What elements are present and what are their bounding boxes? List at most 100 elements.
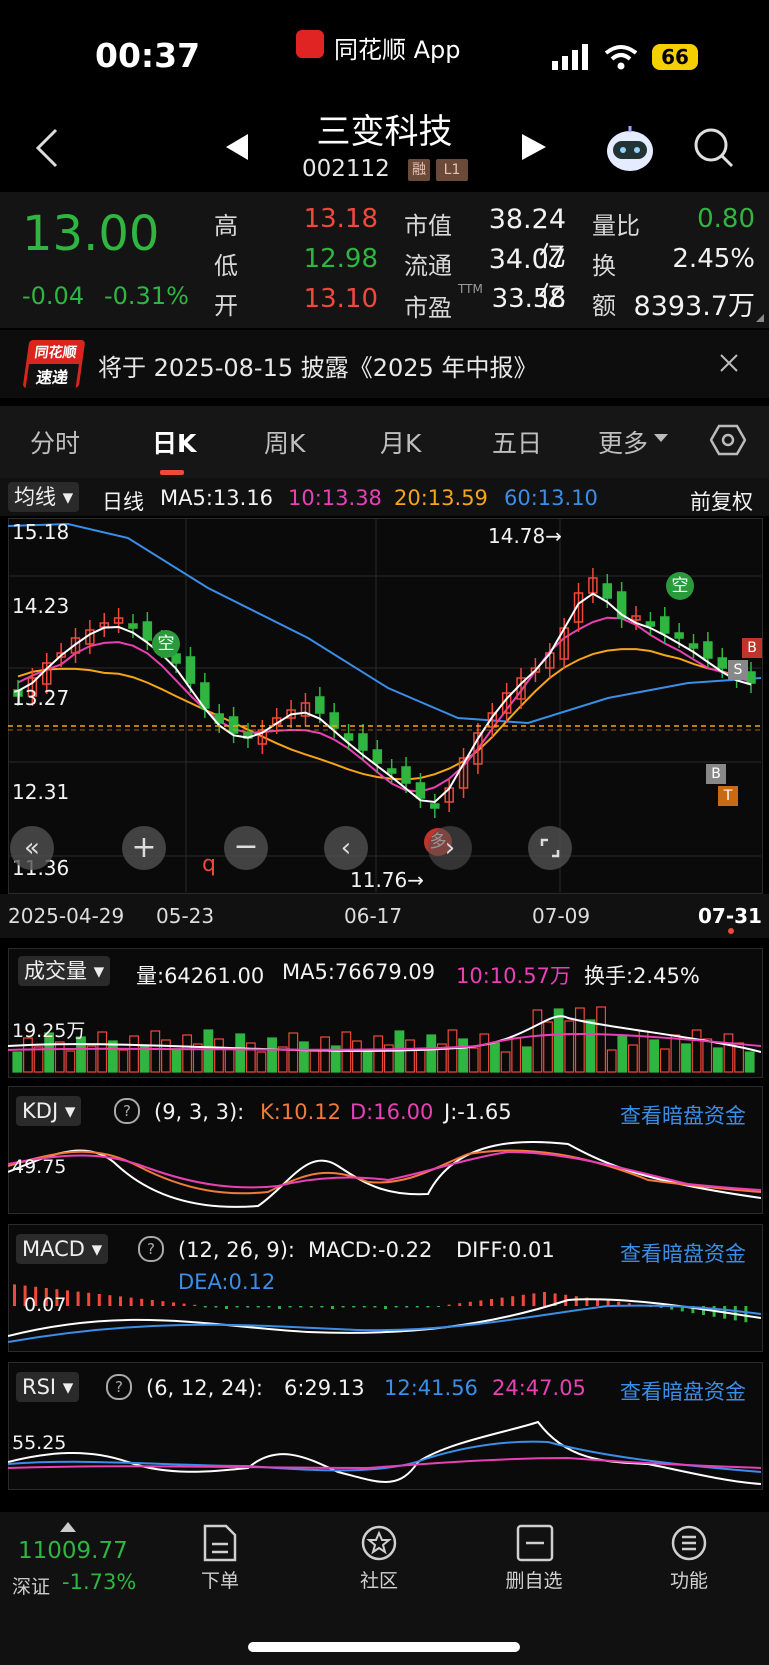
adjust-mode[interactable]: 前复权 [690,486,753,516]
functions-icon[interactable] [670,1524,708,1562]
x-label-4: 07-31 [698,904,762,928]
fullscreen-icon [540,838,560,858]
ma5-value: MA5:13.16 [160,486,274,510]
tab-daily[interactable]: 日K [152,424,196,460]
community-icon[interactable] [360,1524,398,1562]
buy-marker-2[interactable]: B [706,764,726,784]
amount-label: 额 [592,292,616,320]
fullscreen-button[interactable] [528,826,572,870]
min-price-label: 11.76→ [350,868,425,892]
rewind-button[interactable]: « [10,826,54,870]
ma10-value: 10:13.38 [288,486,382,510]
expand-corner-icon[interactable] [756,314,764,322]
high-value: 13.18 [303,204,378,234]
sell-marker[interactable]: S [728,660,748,680]
y-label-3: 12.31 [12,780,70,804]
volume-selector[interactable]: 成交量 ▾ [18,956,111,986]
zoom-out-button[interactable]: − [224,826,268,870]
buy-marker[interactable]: B [742,638,762,658]
kdj-help-icon[interactable]: ? [114,1098,140,1124]
macd-selector[interactable]: MACD ▾ [16,1234,109,1264]
chevron-down-icon [654,434,668,442]
ma-selector[interactable]: 均线 ▾ [8,482,80,512]
kdj-selector-label: KDJ [22,1099,59,1123]
tab-monthly[interactable]: 月K [380,424,421,460]
kline-period: 日线 [102,490,144,514]
close-icon[interactable] [720,354,738,372]
ma20-line [17,648,752,781]
volume-value: 量:64261.00 [136,964,265,988]
community-button[interactable]: 社区 [329,1566,429,1593]
tab-intraday[interactable]: 分时 [30,424,80,460]
y-label-2: 13.27 [12,686,70,710]
price-change: -0.04 [22,282,85,310]
volume-axis-label: 19.25万 [12,1020,86,1042]
robot-assistant-icon[interactable] [604,124,656,174]
order-button[interactable]: 下单 [170,1566,270,1593]
float-label: 流通 [404,252,452,280]
battery-icon: 66 [652,44,698,70]
rsi-chart[interactable] [8,1402,761,1488]
kdj-params: (9, 3, 3): [154,1100,245,1124]
kdj-selector[interactable]: KDJ ▾ [16,1096,82,1126]
macd-chart[interactable] [8,1266,761,1350]
ma60-value: 60:13.10 [504,486,598,510]
remove-watchlist-icon[interactable] [516,1524,554,1562]
short-signal-badge[interactable]: 空 [152,630,180,658]
tab-five-day[interactable]: 五日 [492,424,542,460]
rsi-12: 12:41.56 [384,1376,478,1400]
kdj-axis-label: 49.75 [12,1156,67,1178]
mcap-label: 市值 [404,212,452,240]
rsi-selector-label: RSI [22,1375,57,1399]
ma-selector-label: 均线 [14,485,56,509]
expand-up-icon[interactable] [60,1522,76,1532]
index-change: -1.73% [62,1570,137,1594]
swipe-hint-icon: q [202,852,216,877]
rsi-help-icon[interactable]: ? [106,1374,132,1400]
volume-turnover: 换手:2.45% [584,964,700,988]
app-logo-icon [296,30,324,58]
notice-text: 将于 2025-08-15 披露《2025 年中报》 [98,354,538,382]
notice-logo-icon: 同花顺 速递 [22,340,86,388]
rsi-axis-label: 55.25 [12,1432,67,1454]
index-name: 深证 [12,1576,51,1598]
last-price: 13.00 [22,206,160,262]
order-icon[interactable] [202,1524,238,1562]
macd-diff: DIFF:0.01 [456,1238,555,1262]
open-label: 开 [214,292,238,320]
tab-weekly[interactable]: 周K [264,424,305,460]
functions-button[interactable]: 功能 [639,1566,739,1593]
y-label-1: 14.23 [12,594,70,618]
vol-ratio-value: 0.80 [697,204,755,234]
rsi-6: 6:29.13 [284,1376,365,1400]
volume-chart[interactable] [8,988,761,1074]
macd-params: (12, 26, 9): [178,1238,295,1262]
macd-help-icon[interactable]: ? [138,1236,164,1262]
t-marker[interactable]: T [718,786,738,806]
vol-ratio-label: 量比 [592,212,640,240]
stock-code: 002112 [302,156,390,182]
short-signal-badge-2[interactable]: 空 [666,572,694,600]
volume-ma10: 10:10.57万 [456,964,571,988]
search-icon[interactable] [692,126,734,168]
rsi-24: 24:47.05 [492,1376,586,1400]
remove-watchlist-button[interactable]: 删自选 [484,1566,584,1593]
kdj-d: D:16.00 [350,1100,434,1124]
tab-more[interactable]: 更多 [598,424,648,460]
rsi-selector[interactable]: RSI ▾ [16,1372,80,1402]
zoom-in-button[interactable]: + [122,826,166,870]
x-label-0: 2025-04-29 [8,904,125,928]
signal-icon [552,44,588,70]
index-value[interactable]: 11009.77 [18,1538,128,1564]
max-price-label: 14.78→ [488,524,563,548]
kdj-chart[interactable] [8,1126,761,1212]
macd-dark-pool-link[interactable]: 查看暗盘资金 [620,1238,746,1268]
x-label-1: 05-23 [156,904,215,928]
ma20-value: 20:13.59 [394,486,488,510]
scroll-left-button[interactable]: ‹ [324,826,368,870]
kline-chart[interactable] [8,518,761,892]
macd-value: MACD:-0.22 [308,1238,433,1262]
scroll-right-button[interactable]: › [428,826,472,870]
y-label-0: 15.18 [12,520,70,544]
settings-icon[interactable] [710,424,746,456]
